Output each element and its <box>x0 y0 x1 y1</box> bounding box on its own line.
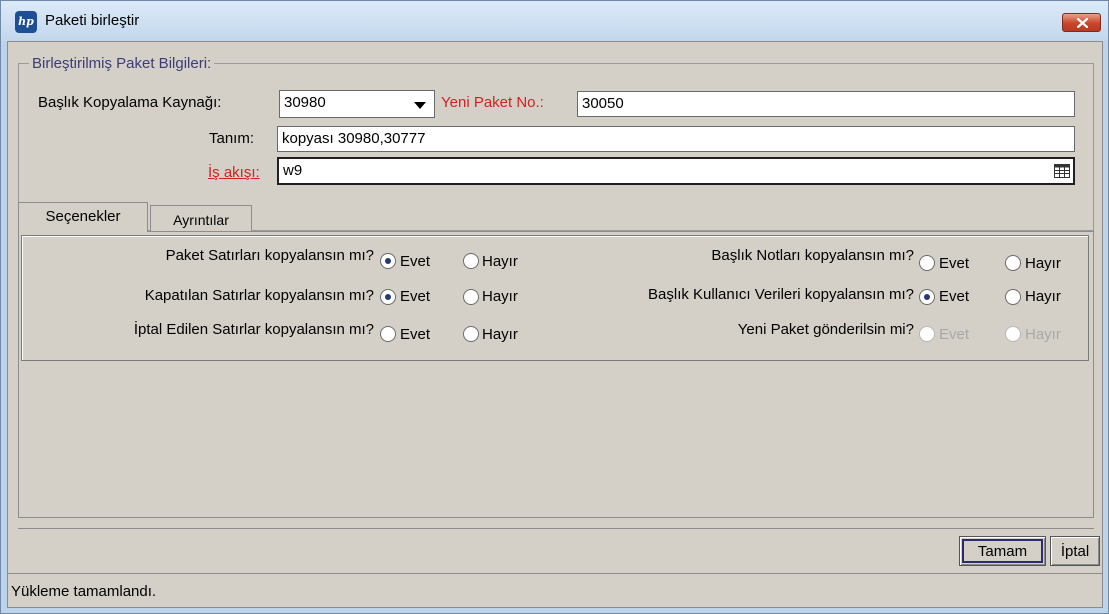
header-copy-source-value: 30980 <box>284 94 326 111</box>
copy-cancelled-lines-yes-radio[interactable] <box>380 326 396 342</box>
copy-package-lines-no-radio[interactable] <box>463 253 479 269</box>
copy-header-user-data-yes-label: Evet <box>939 288 970 305</box>
copy-package-lines-yes-radio[interactable] <box>380 253 396 269</box>
copy-cancelled-lines-no-radio[interactable] <box>463 326 479 342</box>
copy-header-user-data-question: Başlık Kullanıcı Verileri kopyalansın mı… <box>648 286 914 303</box>
submit-new-package-question: Yeni Paket gönderilsin mi? <box>737 321 914 338</box>
tab-options-label: Seçenekler <box>45 208 121 225</box>
chevron-down-icon[interactable] <box>414 102 426 109</box>
copy-header-notes-yes-label: Evet <box>939 255 970 272</box>
cancel-button-label: İptal <box>1060 543 1090 560</box>
new-package-no-value: 30050 <box>582 95 624 112</box>
copy-closed-lines-question: Kapatılan Satırlar kopyalansın mı? <box>144 287 374 304</box>
ok-button-label: Tamam <box>977 543 1028 560</box>
copy-header-notes-question: Başlık Notları kopyalansın mı? <box>711 247 914 264</box>
close-icon <box>1077 18 1088 28</box>
tab-details-label: Ayrıntılar <box>173 212 229 228</box>
submit-new-package-yes-radio <box>919 326 935 342</box>
copy-header-user-data-yes-radio[interactable] <box>919 289 935 305</box>
submit-new-package-no-label: Hayır <box>1025 326 1061 343</box>
status-bar: Yükleme tamamlandı. <box>8 573 1102 607</box>
workflow-label: İş akışı: <box>208 164 260 181</box>
new-package-no-input[interactable]: 30050 <box>577 91 1075 117</box>
hp-logo-icon: hp <box>15 11 37 33</box>
tab-details[interactable]: Ayrıntılar <box>150 205 252 232</box>
copy-header-notes-yes-radio[interactable] <box>919 255 935 271</box>
dialog-window: hp Paketi birleştir Birleştirilmiş Paket… <box>0 0 1109 614</box>
window-title: Paketi birleştir <box>45 12 140 29</box>
dialog-client-area: Birleştirilmiş Paket Bilgileri: Başlık K… <box>7 41 1103 608</box>
new-package-no-label: Yeni Paket No.: <box>441 94 544 111</box>
options-tab-panel: Paket Satırları kopyalansın mı? Evet Hay… <box>18 231 1094 518</box>
copy-package-lines-yes-label: Evet <box>400 253 431 270</box>
copy-package-lines-no-label: Hayır <box>482 253 518 270</box>
cancel-button[interactable]: İptal <box>1050 536 1100 566</box>
header-copy-source-select[interactable]: 30980 <box>279 90 435 118</box>
close-button[interactable] <box>1062 13 1101 32</box>
description-input[interactable]: kopyası 30980,30777 <box>277 126 1075 152</box>
copy-closed-lines-yes-radio[interactable] <box>380 289 396 305</box>
status-text: Yükleme tamamlandı. <box>11 583 157 600</box>
button-row-divider <box>18 528 1094 529</box>
title-bar[interactable]: hp Paketi birleştir <box>1 1 1108 41</box>
copy-header-notes-no-label: Hayır <box>1025 255 1061 272</box>
header-copy-source-label: Başlık Kopyalama Kaynağı: <box>38 94 222 111</box>
copy-closed-lines-no-radio[interactable] <box>463 289 479 305</box>
copy-header-notes-no-radio[interactable] <box>1005 255 1021 271</box>
copy-header-user-data-no-radio[interactable] <box>1005 289 1021 305</box>
workflow-value: w9 <box>283 162 303 179</box>
submit-new-package-no-radio <box>1005 326 1021 342</box>
merged-package-info-title: Birleştirilmiş Paket Bilgileri: <box>29 55 215 72</box>
copy-closed-lines-no-label: Hayır <box>482 288 518 305</box>
copy-cancelled-lines-question: İptal Edilen Satırlar kopyalansın mı? <box>133 321 374 338</box>
list-icon[interactable] <box>1054 164 1070 178</box>
copy-cancelled-lines-yes-label: Evet <box>400 326 431 343</box>
copy-closed-lines-yes-label: Evet <box>400 288 431 305</box>
tab-options[interactable]: Seçenekler <box>18 202 148 232</box>
ok-button[interactable]: Tamam <box>959 536 1046 566</box>
description-label: Tanım: <box>209 130 255 147</box>
copy-cancelled-lines-no-label: Hayır <box>482 326 518 343</box>
workflow-input[interactable]: w9 <box>277 157 1075 185</box>
copy-header-user-data-no-label: Hayır <box>1025 288 1061 305</box>
submit-new-package-yes-label: Evet <box>939 326 970 343</box>
copy-package-lines-question: Paket Satırları kopyalansın mı? <box>165 247 374 264</box>
description-value: kopyası 30980,30777 <box>282 130 426 147</box>
copy-options-box: Paket Satırları kopyalansın mı? Evet Hay… <box>21 235 1089 361</box>
